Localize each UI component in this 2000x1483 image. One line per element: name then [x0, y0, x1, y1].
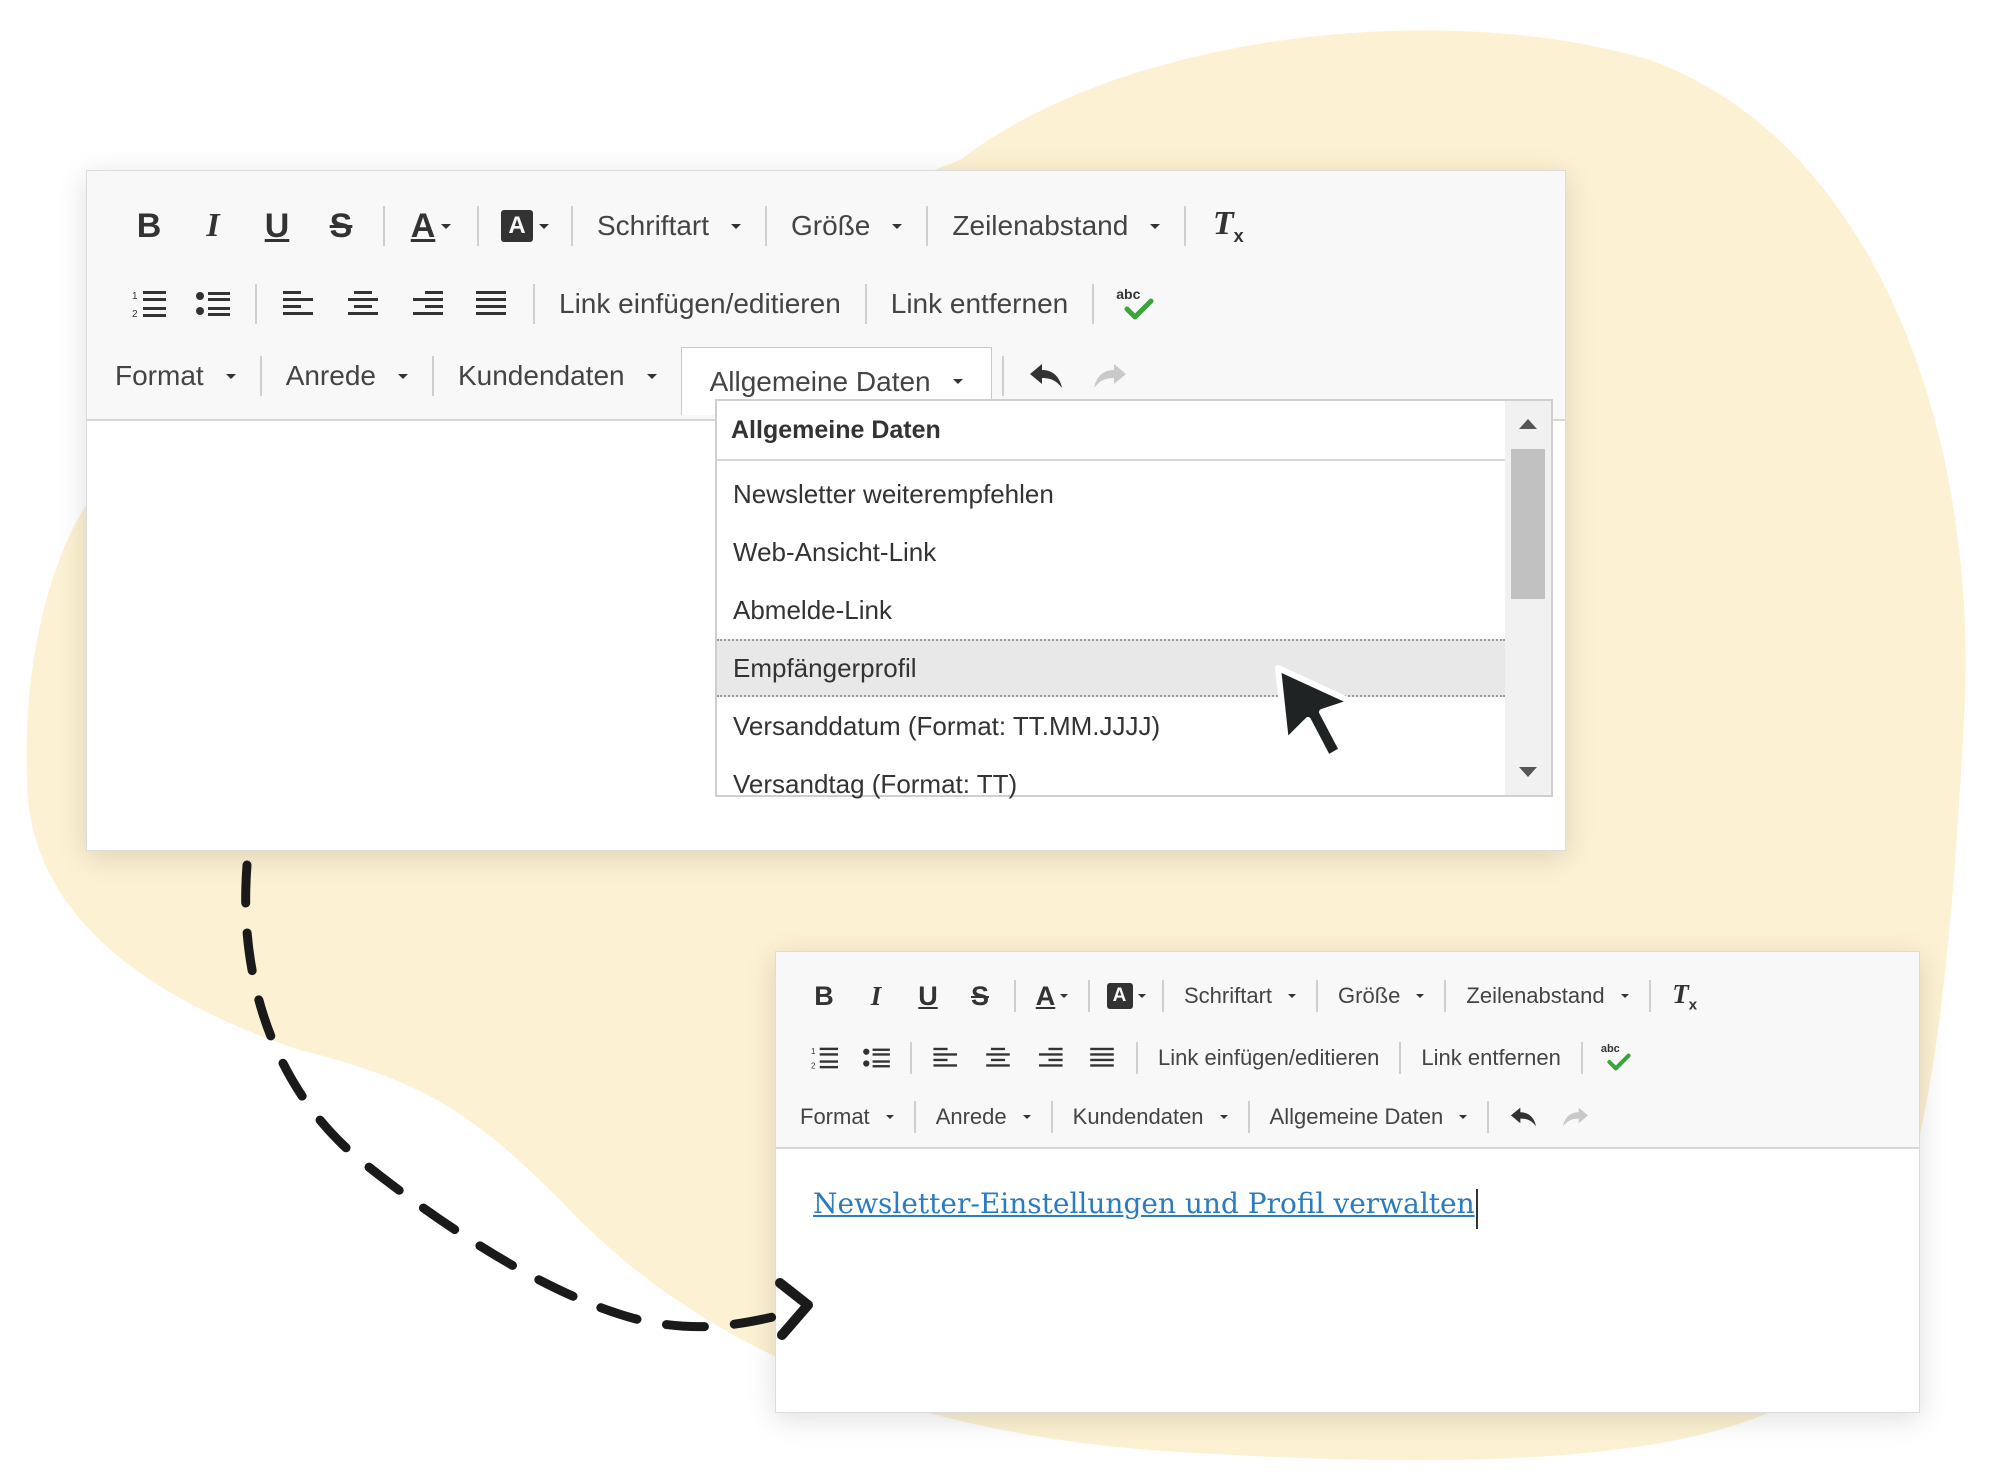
scroll-down-icon[interactable]: [1519, 767, 1537, 777]
menu-item[interactable]: Versanddatum (Format: TT.MM.JJJJ): [717, 697, 1505, 755]
scroll-up-icon[interactable]: [1519, 419, 1537, 429]
scrollbar-thumb[interactable]: [1511, 449, 1545, 599]
menu-item[interactable]: Versandtag (Format: TT): [717, 755, 1505, 813]
mouse-pointer-icon: [1275, 665, 1355, 761]
menu-title: Allgemeine Daten: [717, 401, 1505, 461]
general-data-menu: Allgemeine Daten Newsletter weiterempfeh…: [715, 399, 1553, 799]
menu-item-highlighted[interactable]: Empfängerprofil: [717, 639, 1505, 697]
menu-scrollbar[interactable]: [1505, 401, 1551, 795]
menu-list: Newsletter weiterempfehlen Web-Ansicht-L…: [717, 461, 1505, 813]
menu-item[interactable]: Newsletter weiterempfehlen: [717, 465, 1505, 523]
menu-item[interactable]: Abmelde-Link: [717, 581, 1505, 639]
menu-item[interactable]: Web-Ansicht-Link: [717, 523, 1505, 581]
